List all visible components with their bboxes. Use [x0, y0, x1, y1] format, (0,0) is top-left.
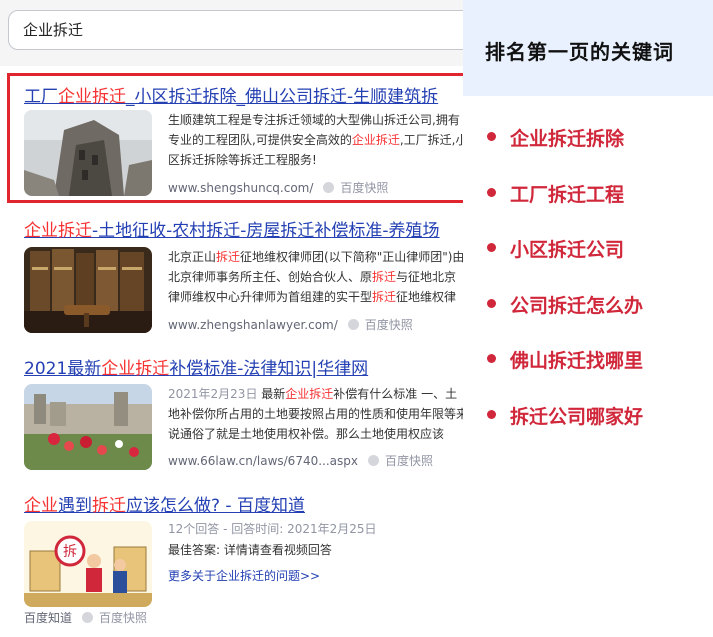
cache-link[interactable]: 百度快照 [385, 454, 433, 468]
result-thumbnail[interactable]: 拆 [24, 521, 152, 607]
result-abstract: 北京正山拆迁征地维权律师团(以下简称"正山律师团")由北京律师事务所主任、创始合… [168, 247, 463, 307]
result-source[interactable]: 百度知道 百度快照 [24, 609, 147, 626]
keyword-item: 工厂拆迁工程 [487, 176, 643, 232]
result-best-answer: 最佳答案: 详情请查看视频回答 [168, 543, 332, 557]
bullet-icon [487, 243, 496, 252]
highlighted-keyword: 企业拆迁 [285, 387, 334, 401]
result-title-link[interactable]: 企业拆迁-土地征收-农村拆迁-房屋拆迁补偿标准-养殖场 [24, 216, 440, 241]
bullet-icon [487, 187, 496, 197]
panel-title: 排名第一页的关键词 [485, 40, 674, 64]
result-url[interactable]: www.zhengshanlawyer.com/ [168, 318, 338, 332]
text-segment: 最新 [261, 387, 286, 401]
keyword-panel: 排名第一页的关键词 企业拆迁拆除 工厂拆迁工程 小区拆迁公司 公司拆迁怎么办 佛… [463, 0, 713, 637]
highlighted-keyword: 企业拆迁 [24, 221, 92, 241]
text-segment: 2021年2月23日 [168, 387, 262, 401]
highlighted-keyword: 企业 [24, 496, 58, 516]
more-questions-link[interactable]: 更多关于企业拆迁的问题>> [168, 566, 463, 586]
bullet-icon [487, 132, 496, 141]
bullet-icon [487, 409, 496, 419]
keyword-label: 佛山拆迁找哪里 [510, 350, 644, 372]
result-thumbnail[interactable] [24, 247, 152, 333]
highlighted-keyword: 拆迁 [372, 290, 397, 304]
keyword-item: 佛山拆迁找哪里 [487, 342, 643, 398]
cache-link[interactable]: 百度快照 [99, 611, 147, 625]
panel-header: 排名第一页的关键词 [463, 0, 713, 96]
keyword-list: 企业拆迁拆除 工厂拆迁工程 小区拆迁公司 公司拆迁怎么办 佛山拆迁找哪里 拆迁公… [487, 120, 643, 453]
text-segment: 应该怎么做? - 百度知道 [126, 496, 305, 516]
bullet-icon [487, 298, 496, 308]
result-title-link[interactable]: 企业遇到拆迁应该怎么做? - 百度知道 [24, 491, 305, 516]
shield-icon [82, 612, 94, 623]
result-url[interactable]: www.66law.cn/laws/6740...aspx [168, 454, 358, 468]
highlighted-keyword: 拆迁 [92, 496, 126, 516]
keyword-label: 企业拆迁拆除 [510, 128, 625, 150]
result-source[interactable]: www.66law.cn/laws/6740...aspx 百度快照 [168, 452, 433, 469]
bullet-icon [487, 354, 496, 363]
keyword-item: 公司拆迁怎么办 [487, 287, 643, 343]
search-results-area: 企业拆迁 工厂企业拆迁_小区拆迁拆除_佛山公司拆迁-生顺建筑拆 生顺建筑工程是专… [0, 0, 463, 637]
result-source[interactable]: www.zhengshanlawyer.com/百度快照 [168, 316, 413, 333]
keyword-label: 拆迁公司哪家好 [510, 405, 644, 428]
svg-text:拆: 拆 [63, 544, 77, 560]
shield-icon [368, 455, 379, 466]
keyword-item: 企业拆迁拆除 [487, 120, 643, 176]
keyword-label: 公司拆迁怎么办 [510, 294, 644, 317]
text-segment: 北京正山 [168, 250, 217, 264]
keyword-label: 工厂拆迁工程 [510, 183, 625, 206]
search-input[interactable]: 企业拆迁 [8, 10, 463, 50]
text-segment: 2021最新 [24, 359, 102, 379]
search-header: 企业拆迁 [0, 0, 463, 66]
highlighted-keyword: 企业拆迁 [101, 359, 170, 379]
highlighted-keyword: 拆迁 [372, 270, 397, 284]
text-segment: 遇到 [58, 496, 92, 516]
cache-link[interactable]: 百度快照 [365, 318, 413, 332]
result-meta: 12个回答 - 回答时间: 2021年2月25日 [168, 522, 377, 536]
result-title-link[interactable]: 2021最新企业拆迁补偿标准-法律知识|华律网 [24, 354, 368, 379]
keyword-item: 小区拆迁公司 [487, 231, 643, 287]
result-url[interactable]: 百度知道 [24, 611, 72, 625]
text-segment: -土地征收-农村拆迁-房屋拆迁补偿标准-养殖场 [92, 221, 440, 241]
text-segment: 补偿标准-法律知识|华律网 [169, 359, 369, 379]
shield-icon [347, 319, 359, 330]
result-thumbnail[interactable] [24, 384, 152, 470]
result-abstract: 2021年2月23日 最新企业拆迁补偿有什么标准 一、土地补偿你所占用的土地要按… [168, 384, 463, 444]
keyword-item: 拆迁公司哪家好 [487, 398, 643, 454]
highlighted-keyword: 拆迁 [216, 250, 241, 264]
keyword-label: 小区拆迁公司 [510, 239, 625, 261]
highlight-box [7, 73, 463, 203]
